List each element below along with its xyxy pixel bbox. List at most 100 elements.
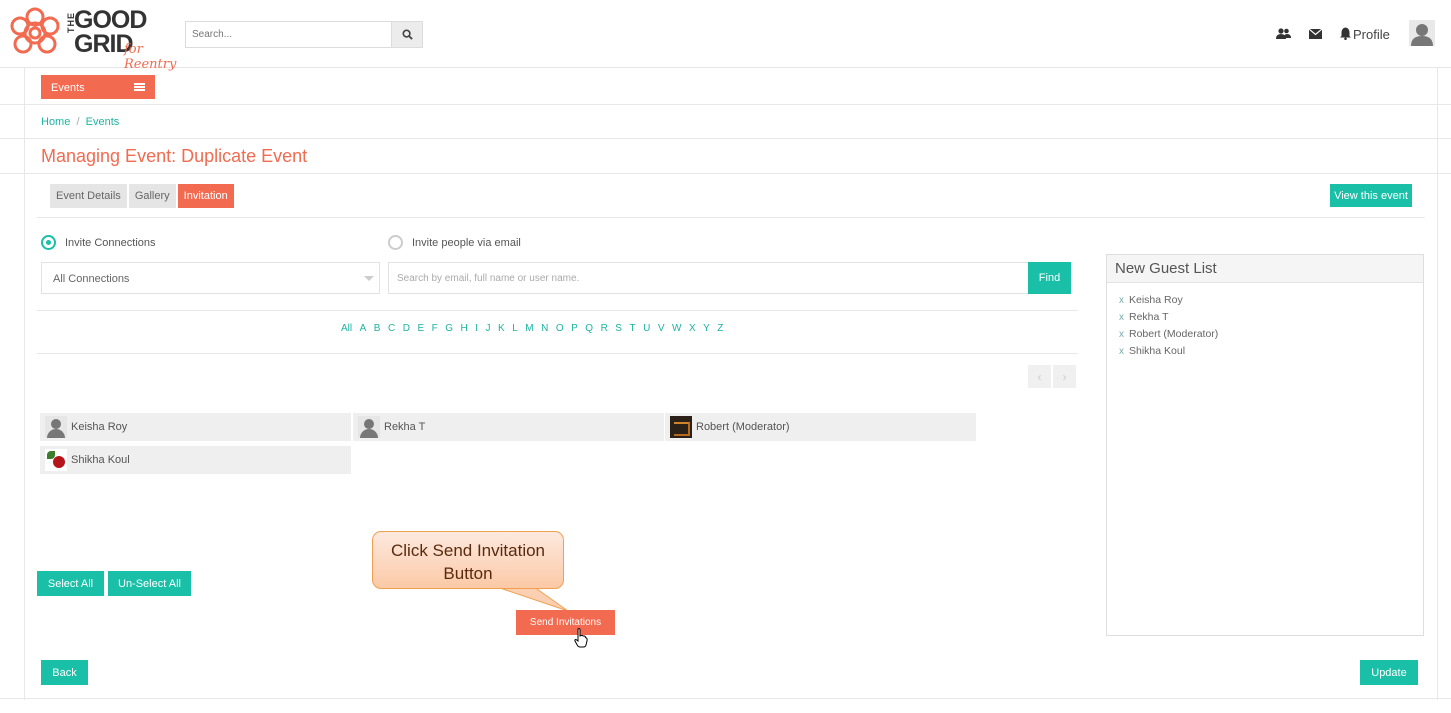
alpha-c[interactable]: C (388, 323, 395, 334)
nav-icons (1276, 27, 1351, 43)
next-page-button[interactable]: › (1053, 365, 1076, 388)
guest-list-item: x Rekha T (1119, 311, 1423, 323)
divider (0, 138, 1451, 139)
alpha-u[interactable]: U (643, 323, 650, 334)
profile-link[interactable]: Profile (1353, 27, 1390, 42)
alpha-i[interactable]: I (475, 323, 478, 334)
invite-email-option[interactable]: Invite people via email (388, 235, 521, 250)
pager: ‹ › (1028, 365, 1076, 388)
remove-guest-icon[interactable]: x (1119, 329, 1124, 340)
alpha-w[interactable]: W (672, 323, 681, 334)
back-button[interactable]: Back (41, 660, 88, 685)
alpha-j[interactable]: J (486, 323, 491, 334)
connections-select[interactable]: All Connections (41, 262, 380, 294)
alpha-d[interactable]: D (403, 323, 410, 334)
alpha-y[interactable]: Y (703, 323, 710, 334)
chevron-left-icon: ‹ (1037, 369, 1042, 384)
remove-guest-icon[interactable]: x (1119, 346, 1124, 357)
breadcrumb-separator: / (76, 116, 80, 128)
person-name: Keisha Roy (71, 421, 128, 433)
person-card[interactable]: Keisha Roy (40, 413, 351, 441)
search-input[interactable] (186, 22, 391, 47)
alpha-b[interactable]: B (374, 323, 381, 334)
person-card[interactable]: Robert (Moderator) (665, 413, 976, 441)
messages-button[interactable] (1308, 28, 1323, 42)
guest-name: Keisha Roy (1129, 294, 1183, 306)
logo[interactable]: THE GOOD GRID for Reentry (8, 4, 183, 72)
tab-gallery[interactable]: Gallery (128, 184, 176, 208)
person-card[interactable]: Rekha T (353, 413, 664, 441)
prev-page-button[interactable]: ‹ (1028, 365, 1051, 388)
find-button[interactable]: Find (1028, 262, 1071, 294)
events-menu-button[interactable]: Events (41, 75, 155, 99)
guest-name: Robert (Moderator) (1129, 328, 1219, 340)
connections-button[interactable] (1276, 27, 1291, 43)
events-menu-label: Events (51, 82, 85, 94)
connections-select-value: All Connections (53, 273, 130, 285)
alpha-k[interactable]: K (498, 323, 505, 334)
users-icon (1276, 27, 1291, 39)
left-rail (24, 68, 25, 700)
alpha-s[interactable]: S (615, 323, 622, 334)
user-avatar-icon (1411, 24, 1433, 46)
person-card[interactable]: Shikha Koul (40, 446, 351, 474)
guest-name: Rekha T (1129, 311, 1169, 323)
guest-list-item: x Robert (Moderator) (1119, 328, 1423, 340)
breadcrumb-events[interactable]: Events (86, 116, 120, 128)
alpha-e[interactable]: E (417, 323, 424, 334)
guest-list-panel: New Guest List x Keisha Roy x Rekha T x … (1106, 254, 1424, 636)
remove-guest-icon[interactable]: x (1119, 312, 1124, 323)
person-avatar (358, 416, 380, 438)
profile-avatar[interactable] (1409, 20, 1435, 46)
divider (37, 353, 1078, 354)
person-name: Robert (Moderator) (696, 421, 790, 433)
search-bar (185, 21, 423, 48)
invite-email-label: Invite people via email (412, 236, 521, 249)
alpha-a[interactable]: A (360, 323, 367, 334)
find-people-input[interactable]: Search by email, full name or user name. (388, 262, 1028, 294)
select-all-button[interactable]: Select All (37, 571, 104, 596)
page-title: Managing Event: Duplicate Event (41, 146, 308, 166)
right-rail (1437, 68, 1438, 700)
person-name: Shikha Koul (71, 454, 130, 466)
divider (37, 310, 1078, 311)
invite-connections-option[interactable]: Invite Connections (41, 235, 156, 250)
alpha-z[interactable]: Z (717, 323, 723, 334)
alpha-v[interactable]: V (658, 323, 665, 334)
send-invitations-button[interactable]: Send Invitations (516, 610, 615, 635)
alpha-l[interactable]: L (512, 323, 518, 334)
chevron-right-icon: › (1062, 369, 1067, 384)
alpha-g[interactable]: G (445, 323, 453, 334)
alpha-h[interactable]: H (461, 323, 468, 334)
view-event-button[interactable]: View this event (1330, 184, 1412, 207)
alpha-m[interactable]: M (525, 323, 533, 334)
search-button[interactable] (391, 22, 422, 47)
alpha-r[interactable]: R (601, 323, 608, 334)
logo-word-good: GOOD (74, 6, 147, 34)
guest-list-item: x Keisha Roy (1119, 294, 1423, 306)
alpha-x[interactable]: X (689, 323, 696, 334)
alpha-o[interactable]: O (556, 323, 564, 334)
hand-cursor-icon (574, 628, 588, 648)
alpha-t[interactable]: T (629, 323, 635, 334)
event-tabs: Event Details Gallery Invitation (50, 184, 234, 208)
callout-line-1: Click Send Invitation (390, 541, 546, 560)
unselect-all-button[interactable]: Un-Select All (108, 571, 191, 596)
divider (0, 104, 1451, 105)
alpha-q[interactable]: Q (585, 323, 593, 334)
flower-logo-icon (10, 7, 60, 54)
remove-guest-icon[interactable]: x (1119, 295, 1124, 306)
notifications-button[interactable] (1340, 27, 1351, 43)
update-button[interactable]: Update (1360, 660, 1418, 685)
guest-name: Shikha Koul (1129, 345, 1186, 357)
alpha-all[interactable]: All (341, 323, 352, 334)
tab-invitation[interactable]: Invitation (177, 184, 234, 208)
top-navbar: THE GOOD GRID for Reentry Search... Prof… (0, 0, 1451, 72)
tab-event-details[interactable]: Event Details (50, 184, 127, 208)
breadcrumb-home[interactable]: Home (41, 116, 70, 128)
guest-list-title: New Guest List (1107, 255, 1423, 283)
alpha-n[interactable]: N (541, 323, 548, 334)
radio-checked-icon (41, 235, 56, 250)
alpha-f[interactable]: F (432, 323, 438, 334)
alpha-p[interactable]: P (571, 323, 578, 334)
